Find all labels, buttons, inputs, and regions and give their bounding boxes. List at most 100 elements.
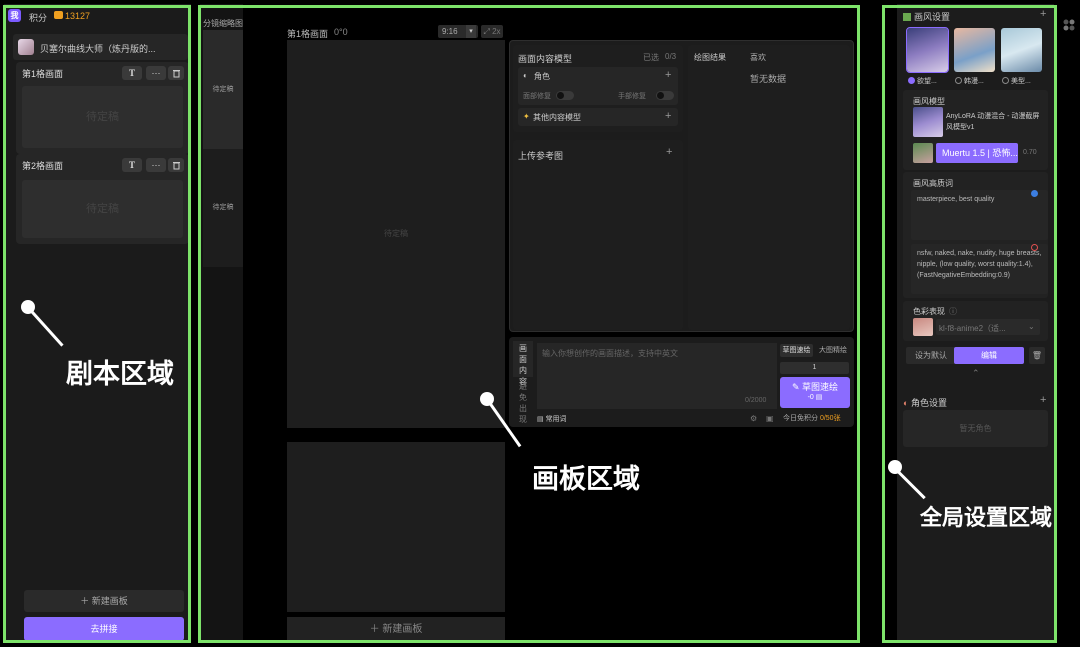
settings-icon[interactable]: ⚙ — [750, 414, 757, 423]
hd-mode-button[interactable]: 大图精绘 — [815, 344, 851, 357]
chevron-up-icon[interactable]: ⌃ — [972, 368, 980, 379]
positive-prompt[interactable]: masterpiece, best quality — [911, 190, 1048, 240]
apps-icon[interactable] — [1062, 18, 1076, 32]
thumbnail-item[interactable]: 待定稿 — [203, 30, 243, 149]
color-value: kl-f8-anime2（适... — [939, 324, 1006, 333]
role-title-text: 角色设置 — [910, 398, 947, 408]
role-row[interactable]: ◐ 角色 + 面部修复 手部修复 — [518, 67, 678, 105]
text-button[interactable]: T — [122, 158, 142, 172]
app-logo: 我 — [8, 9, 21, 22]
points-value: 13127 — [65, 11, 91, 21]
tab-avoid[interactable]: 避免出现 — [513, 381, 533, 424]
lora-model[interactable]: Muertu 1.5 | 恐怖... — [936, 143, 1018, 163]
style-settings-title: 画风设置 — [903, 10, 950, 23]
global-settings-panel: 画风设置 + 欲望... 韩漫... 美型... 画风模型 AnyLoRA 动漫… — [897, 4, 1054, 642]
quota-value: 0/50张 — [819, 415, 841, 422]
set-default-button[interactable]: 设为默认 — [906, 347, 956, 364]
tab-avoid-label: 避免出现 — [519, 382, 527, 424]
chevron-down-icon: ⌄ — [1028, 322, 1035, 331]
style-thumb-1[interactable] — [906, 27, 949, 73]
stitch-button[interactable]: 去拼接 — [24, 617, 184, 641]
add-reference-icon[interactable]: + — [666, 146, 672, 158]
top-bar: 我 积分 13127 — [4, 4, 191, 26]
canvas-main[interactable]: 待定稿 — [287, 40, 505, 428]
results-tab[interactable]: 绘图结果 — [694, 52, 726, 63]
add-model-icon[interactable]: + — [665, 110, 671, 122]
thumbnails-title: 分镜缩略图 — [203, 19, 243, 28]
quota: 今日免积分 0/50张 — [783, 413, 841, 423]
lora-weight[interactable]: 0.70 — [1023, 149, 1037, 156]
draw-button[interactable]: ✎ 草图速绘 -0 ▤ — [780, 377, 850, 408]
color-title: 色彩表现 — [913, 307, 945, 316]
favorites-tab[interactable]: 喜欢 — [750, 52, 766, 63]
trash-icon[interactable] — [168, 66, 184, 80]
other-models-row[interactable]: ✦ 其他内容模型 + — [518, 108, 678, 126]
model-name[interactable]: AnyLoRA 动漫混合 - 动漫截屏风模型v1 — [946, 111, 1042, 133]
text-button[interactable]: T — [122, 66, 142, 80]
trash-icon[interactable] — [168, 158, 184, 172]
panel-card-2[interactable]: 第2格画面 T ··· 待定稿 — [16, 154, 189, 244]
script-selector[interactable]: 贝塞尔曲线大师（炼丹版的... — [13, 34, 188, 60]
selected-count: 0/3 — [665, 52, 677, 61]
color-select[interactable]: kl-f8-anime2（适... ⌄ — [936, 319, 1040, 335]
new-panel-button[interactable]: ＋ 新建画板 — [24, 590, 184, 612]
upload-title: 上传参考图 — [518, 151, 564, 161]
global-area-label: 全局设置区域 — [920, 505, 1053, 530]
quantity-stepper[interactable]: 1 — [780, 362, 849, 374]
other-models-label: 其他内容模型 — [533, 113, 581, 122]
sketch-mode-button[interactable]: 草图速绘 — [780, 344, 813, 357]
ratio-select[interactable]: 9:16 ▾ — [438, 25, 478, 38]
image-icon[interactable]: ▣ — [766, 414, 774, 423]
tab-content[interactable]: 画面内容 — [513, 341, 533, 386]
common-words-button[interactable]: ▤ 常用词 — [537, 414, 567, 424]
canvas-secondary[interactable] — [287, 442, 505, 612]
edit-button[interactable]: 编辑 — [954, 347, 1024, 364]
style-title-text: 画风设置 — [914, 12, 951, 22]
zoom-value: 2x — [492, 27, 501, 36]
empty-results: 暂无数据 — [750, 74, 787, 84]
coin-icon — [54, 11, 63, 19]
model-thumb[interactable] — [913, 107, 943, 137]
style-radio-1[interactable]: 欲望... — [908, 76, 937, 86]
panel-title: 第2格画面 — [22, 161, 64, 171]
prompt-area: 画面内容 避免出现 0/2000 ▤ 常用词 ⚙ ▣ 草图速绘 大图精绘 1 ✎… — [509, 337, 854, 427]
more-button[interactable]: ··· — [146, 66, 166, 80]
role-settings-title: ◐ 角色设置 — [903, 396, 947, 409]
content-model-title: 画面内容模型 — [518, 54, 573, 64]
style-thumb-2[interactable] — [954, 28, 995, 72]
quota-label: 今日免积分 — [783, 415, 818, 422]
zoom-button[interactable]: ⤢ 2x — [481, 25, 503, 38]
negative-icon — [1031, 244, 1038, 251]
add-style-icon[interactable]: + — [1040, 8, 1046, 20]
hand-fix-toggle[interactable] — [656, 91, 674, 100]
canvas-title: 第1格画面 — [287, 29, 329, 39]
face-fix-toggle[interactable] — [556, 91, 574, 100]
sparkle-icon: ✦ — [523, 112, 530, 121]
selected-label: 已选 — [643, 53, 659, 62]
style-radio-2[interactable]: 韩漫... — [955, 76, 984, 86]
lora-thumb[interactable] — [913, 143, 933, 163]
add-role-icon[interactable]: + — [665, 69, 671, 81]
more-button[interactable]: ··· — [146, 158, 166, 172]
model-title: 画风模型 — [913, 97, 945, 106]
thumbnail-column: 分镜缩略图 待定稿 待定稿 — [200, 4, 243, 642]
common-words-label: 常用词 — [545, 416, 567, 423]
negative-prompt[interactable]: nsfw, naked, nake, nudity, huge breasts,… — [911, 244, 1048, 294]
upload-reference-card[interactable]: 上传参考图 + — [513, 140, 683, 330]
role-label: 角色 — [534, 72, 550, 81]
role-empty: 暂无角色 — [903, 410, 1048, 447]
new-canvas-button[interactable]: ＋ 新建画板 — [287, 617, 505, 643]
palette-icon: ◐ — [523, 71, 528, 80]
thumbnail-item[interactable]: 待定稿 — [203, 149, 243, 267]
style-thumb-3[interactable] — [1001, 28, 1042, 72]
script-area-label: 剧本区域 — [66, 359, 174, 389]
style-name-3: 美型... — [1011, 78, 1031, 85]
trash-icon[interactable]: 🗑 — [1029, 347, 1045, 364]
positive-icon — [1031, 190, 1038, 197]
content-model-card: 画面内容模型 已选 0/3 ◐ 角色 + 面部修复 手部修复 ✦ 其他内容模型 … — [513, 45, 683, 132]
pending-box: 待定稿 — [22, 86, 183, 148]
prompt-input[interactable] — [537, 343, 777, 409]
add-role-icon[interactable]: + — [1040, 394, 1046, 406]
panel-card-1[interactable]: 第1格画面 T ··· 待定稿 — [16, 62, 189, 154]
style-radio-3[interactable]: 美型... — [1002, 76, 1031, 86]
